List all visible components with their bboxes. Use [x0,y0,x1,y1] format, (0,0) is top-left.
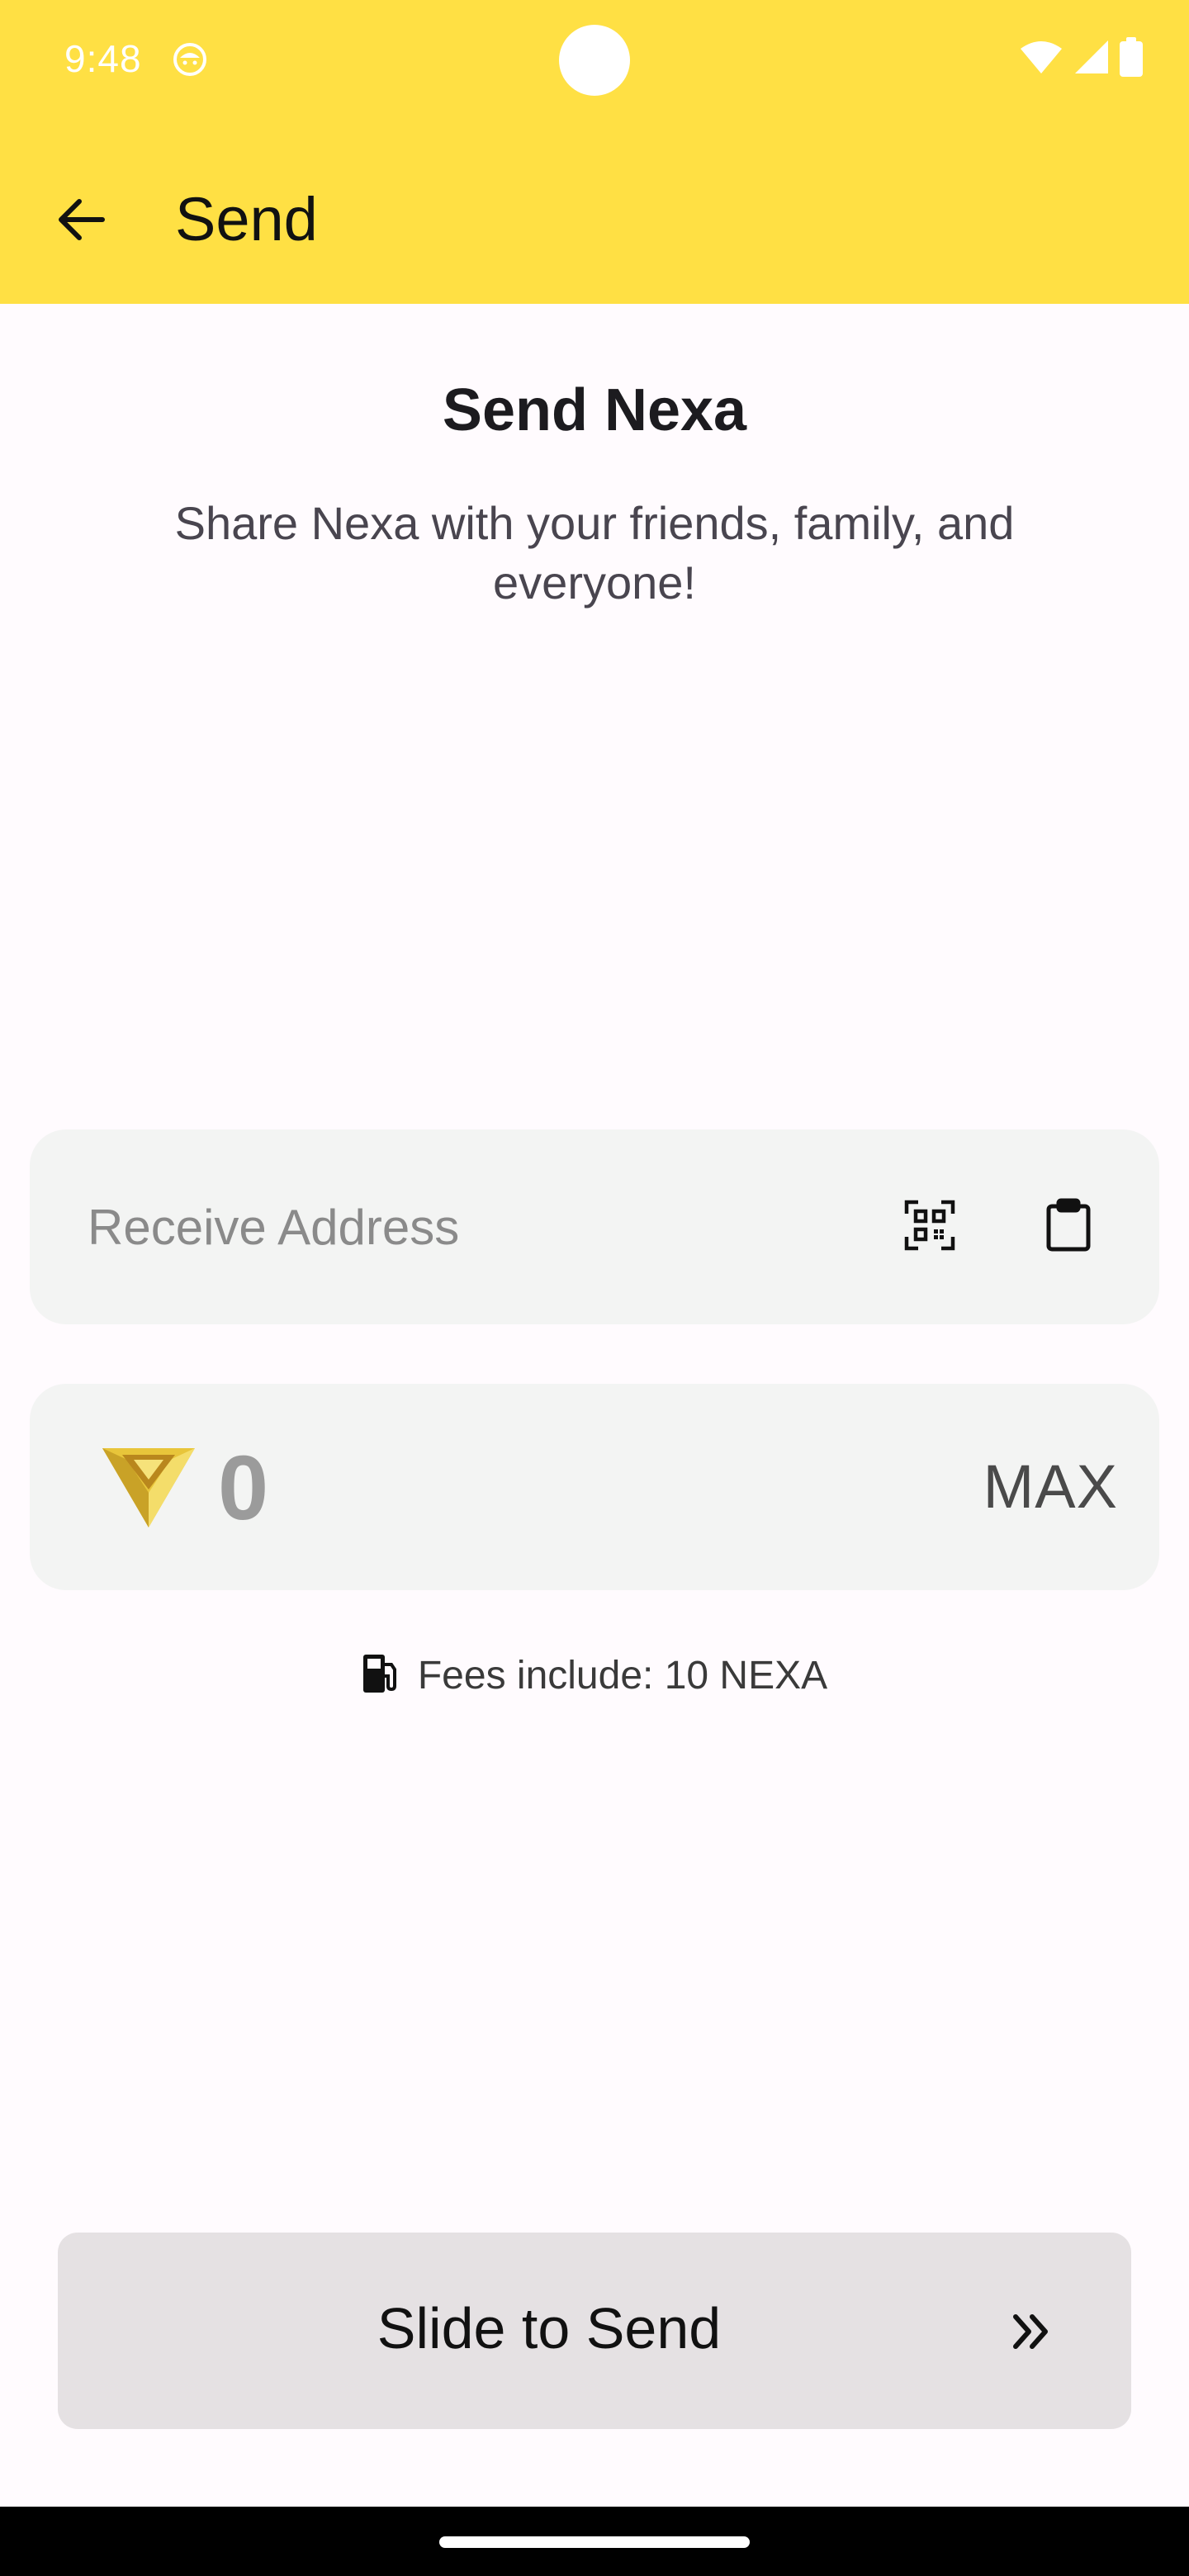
fees-row: Fees include: 10 NEXA [0,1653,1189,1698]
double-chevron-right-icon [1007,2307,1057,2356]
battery-icon [1120,36,1143,81]
face-icon [172,41,208,78]
scan-qr-button[interactable] [888,1186,971,1268]
camera-cutout [559,25,630,96]
send-screen: 9:48 Send Send Nexa Share Nexa with your… [0,0,1189,2576]
qr-scan-icon [903,1199,956,1256]
app-bar-title: Send [175,185,318,253]
address-card [30,1129,1159,1324]
max-button[interactable]: MAX [983,1451,1118,1522]
status-bar: 9:48 [0,0,1189,122]
app-bar: Send [0,157,1189,272]
wifi-icon [1019,39,1063,79]
amount-input[interactable] [218,1432,928,1544]
status-icons [1019,36,1143,81]
amount-card: MAX [30,1384,1159,1590]
slide-to-send-button[interactable]: Slide to Send [58,2233,1131,2429]
fuel-pump-icon [362,1653,400,1698]
paste-button[interactable] [1027,1186,1110,1268]
status-time: 9:48 [64,37,142,80]
receive-address-input[interactable] [88,1189,831,1265]
slide-to-send-label: Slide to Send [377,2296,722,2361]
home-indicator[interactable] [439,2536,750,2548]
clipboard-icon [1044,1198,1093,1257]
nexa-logo-icon [99,1442,198,1536]
page-title: Send Nexa [442,377,747,443]
fees-text: Fees include: 10 NEXA [417,1654,828,1698]
arrow-left-icon [54,193,107,250]
page-subtitle: Share Nexa with your friends, family, an… [174,497,1015,608]
signal-icon [1073,39,1110,79]
back-button[interactable] [41,182,121,261]
system-nav-bar [0,2507,1189,2576]
